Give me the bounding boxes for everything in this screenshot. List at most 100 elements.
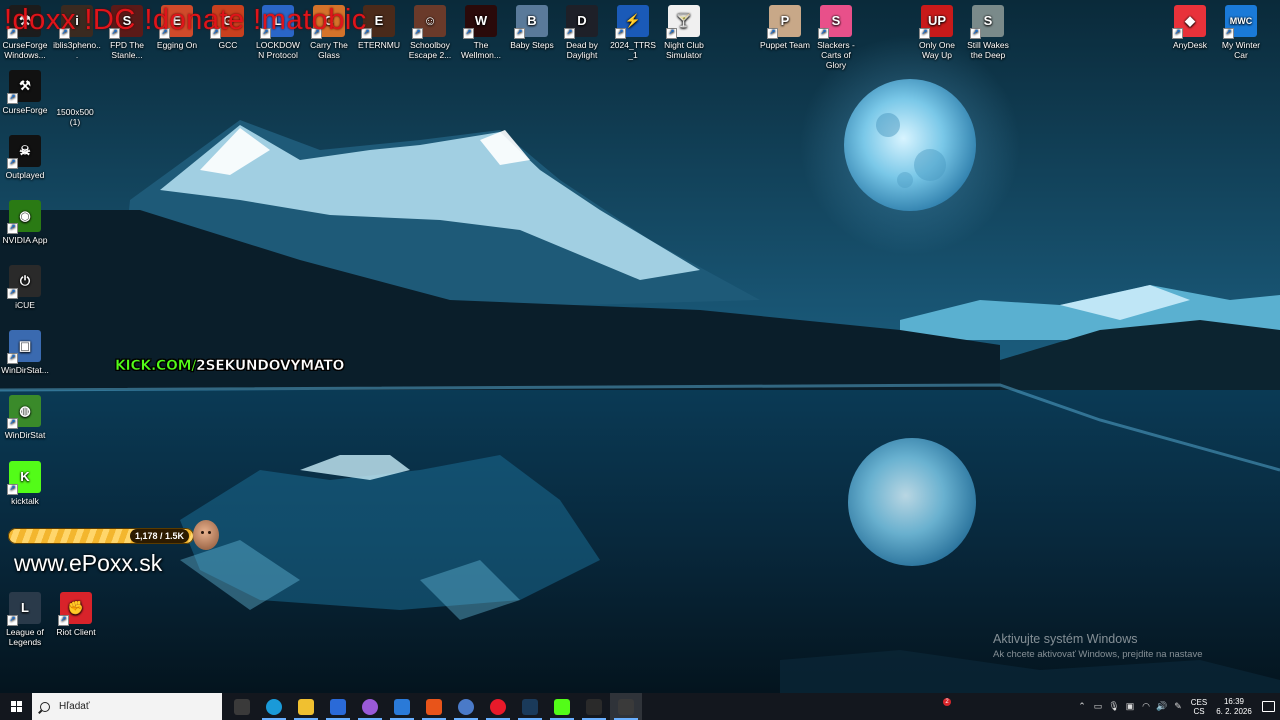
desktop-icon-kicktalk[interactable]: K ↗ kicktalk xyxy=(0,461,50,506)
wifi-icon[interactable]: ◠ xyxy=(1138,693,1154,720)
taskbar-file-explorer-button[interactable] xyxy=(290,693,322,720)
icon-glyph: S xyxy=(983,13,993,28)
desktop-icon-label: NVIDIA App xyxy=(2,235,48,245)
desktop-icon-image-file[interactable]: 1500x500 (1) xyxy=(50,84,100,127)
desktop-icon-slackers[interactable]: S ↗ Slackers - Carts of Glory xyxy=(811,5,861,70)
pen-icon[interactable]: ✎ xyxy=(1170,693,1186,720)
desktop-icon-label: Baby Steps xyxy=(510,40,554,50)
baby-steps-icon: B ↗ xyxy=(514,5,548,39)
shortcut-arrow-icon: ↗ xyxy=(7,418,18,429)
desktop-icon-puppet-team[interactable]: P ↗ Puppet Team xyxy=(760,5,810,50)
volume-icon[interactable]: 🔊 xyxy=(1154,693,1170,720)
desktop-icon-label: 2024_TTRS_1 xyxy=(610,40,656,60)
shortcut-arrow-icon: ↗ xyxy=(919,28,930,39)
shortcut-arrow-icon: ↗ xyxy=(7,288,18,299)
shortcut-arrow-icon: ↗ xyxy=(818,28,829,39)
mail-icon xyxy=(394,698,410,715)
icon-glyph: K xyxy=(20,469,30,484)
clock-date: 6. 2. 2026 xyxy=(1216,706,1252,716)
icon-glyph: ▣ xyxy=(18,338,32,353)
icon-glyph: ◉ xyxy=(19,208,31,223)
desktop-icon-windirstat-shortcut[interactable]: ▣ ↗ WinDirStat... xyxy=(0,330,50,375)
my-winter-car-icon: MWC ↗ xyxy=(1223,5,1257,39)
desktop-wallpaper xyxy=(0,0,1280,693)
icon-glyph: ☠ xyxy=(19,143,31,158)
taskbar-search-box[interactable]: Hľadať xyxy=(32,693,222,720)
search-icon xyxy=(40,701,50,712)
icon-glyph: ◍ xyxy=(19,403,31,418)
taskbar-copilot-button[interactable] xyxy=(354,693,386,720)
kick-channel-name: 2SEKUNDOVYMATO xyxy=(196,358,345,375)
file-explorer-icon xyxy=(298,698,314,715)
windows-activation-watermark: Aktivujte systém Windows Ak chcete aktiv… xyxy=(993,632,1203,660)
taskbar-mail-button[interactable] xyxy=(386,693,418,720)
desktop-icon-still-wakes-the-deep[interactable]: S ↗ Still Wakes the Deep xyxy=(963,5,1013,60)
shortcut-arrow-icon: ↗ xyxy=(7,484,18,495)
icon-glyph: UP xyxy=(927,13,947,28)
desktop-icon-label: Egging On xyxy=(156,40,198,50)
icon-glyph: D xyxy=(577,13,587,28)
shortcut-arrow-icon: ↗ xyxy=(767,28,778,39)
taskbar-app-button[interactable] xyxy=(450,693,482,720)
only-one-way-up-icon: UP ↗ xyxy=(919,5,953,39)
desktop-icon-windirstat[interactable]: ◍ ↗ WinDirStat xyxy=(0,395,50,440)
nvidia-app-icon: ◉ ↗ xyxy=(7,200,41,234)
taskbar-steam-button[interactable] xyxy=(514,693,546,720)
desktop-icon-label: Riot Client xyxy=(56,627,96,637)
shortcut-arrow-icon: ↗ xyxy=(7,353,18,364)
microphone-icon[interactable]: 🎙 xyxy=(1106,693,1122,720)
start-button[interactable] xyxy=(0,693,32,720)
sub-goal-count: 1,178 / 1.5K xyxy=(130,529,190,543)
desktop-icon-anydesk[interactable]: ◆ ↗ AnyDesk xyxy=(1165,5,1215,50)
shortcut-arrow-icon: ↗ xyxy=(412,28,423,39)
taskbar-obs-button[interactable] xyxy=(578,693,610,720)
desktop-icon-only-one-way-up[interactable]: UP ↗ Only One Way Up xyxy=(912,5,962,60)
desktop-icon-label: Still Wakes the Deep xyxy=(967,40,1009,60)
display-icon[interactable]: ▣ xyxy=(1122,693,1138,720)
desktop-icon-league-of-legends[interactable]: L ↗ League of Legends xyxy=(0,592,50,647)
shortcut-arrow-icon: ↗ xyxy=(615,28,626,39)
desktop-icon-dead-by-daylight[interactable]: D ↗ Dead by Daylight xyxy=(557,5,607,60)
desktop-icon-night-club-simulator[interactable]: 🍸 ↗ Night Club Simulator xyxy=(659,5,709,60)
taskbar-edge-button[interactable] xyxy=(258,693,290,720)
microsoft-store-icon xyxy=(330,698,346,715)
desktop-icon-curseforge[interactable]: ⚒ ↗ CurseForge xyxy=(0,70,50,115)
language-indicator[interactable]: CES CS xyxy=(1186,698,1212,716)
desktop-icon-label: The Wellmon... xyxy=(461,40,501,60)
chevron-up-icon[interactable]: ⌃ xyxy=(1074,693,1090,720)
shortcut-arrow-icon: ↗ xyxy=(7,615,18,626)
notification-badge: 2 xyxy=(943,698,951,706)
keyboard-layout: CS xyxy=(1193,706,1205,716)
desktop-icon-label: League of Legends xyxy=(6,627,44,647)
shortcut-arrow-icon: ↗ xyxy=(58,615,69,626)
curseforge-icon: ⚒ ↗ xyxy=(7,70,41,104)
language-code: CES xyxy=(1190,697,1208,707)
desktop-icon-nvidia-app[interactable]: ◉ ↗ NVIDIA App xyxy=(0,200,50,245)
taskbar-recording-app-button[interactable] xyxy=(610,693,642,720)
taskbar-opera-button[interactable] xyxy=(482,693,514,720)
shortcut-arrow-icon: ↗ xyxy=(564,28,575,39)
desktop-icon-schoolboy-escape[interactable]: ☺ ↗ Schoolboy Escape 2... xyxy=(405,5,455,60)
desktop-icon-icue[interactable]: ⏻ ↗ iCUE xyxy=(0,265,50,310)
puppet-team-icon: P ↗ xyxy=(767,5,801,39)
dead-by-daylight-icon: D ↗ xyxy=(564,5,598,39)
network-icon[interactable]: ▭ xyxy=(1090,693,1106,720)
still-wakes-the-deep-icon: S ↗ xyxy=(970,5,1004,39)
ttrs-icon: ⚡ ↗ xyxy=(615,5,649,39)
desktop-icon-label: GCC xyxy=(218,40,238,50)
streamer-face-avatar xyxy=(193,520,219,550)
desktop-icon-outplayed[interactable]: ☠ ↗ Outplayed xyxy=(0,135,50,180)
desktop-icon-baby-steps[interactable]: B ↗ Baby Steps xyxy=(507,5,557,50)
taskbar-kick-button[interactable] xyxy=(546,693,578,720)
desktop-icon-riot-client[interactable]: ✊ ↗ Riot Client xyxy=(51,592,101,637)
clock[interactable]: 16:39 6. 2. 2026 xyxy=(1212,697,1256,717)
desktop-icon-ttrs[interactable]: ⚡ ↗ 2024_TTRS_1 xyxy=(608,5,658,60)
desktop-icon-my-winter-car[interactable]: MWC ↗ My Winter Car xyxy=(1216,5,1266,60)
desktop-icon-label: Slackers - Carts of Glory xyxy=(817,40,855,70)
taskbar-microsoft-store-button[interactable] xyxy=(322,693,354,720)
desktop-icon-label: kicktalk xyxy=(11,496,39,506)
notification-center-button[interactable] xyxy=(1256,701,1280,712)
taskbar-brave-button[interactable] xyxy=(418,693,450,720)
taskbar-task-view-button[interactable] xyxy=(226,693,258,720)
desktop-icon-wellmonitor[interactable]: W ↗ The Wellmon... xyxy=(456,5,506,60)
